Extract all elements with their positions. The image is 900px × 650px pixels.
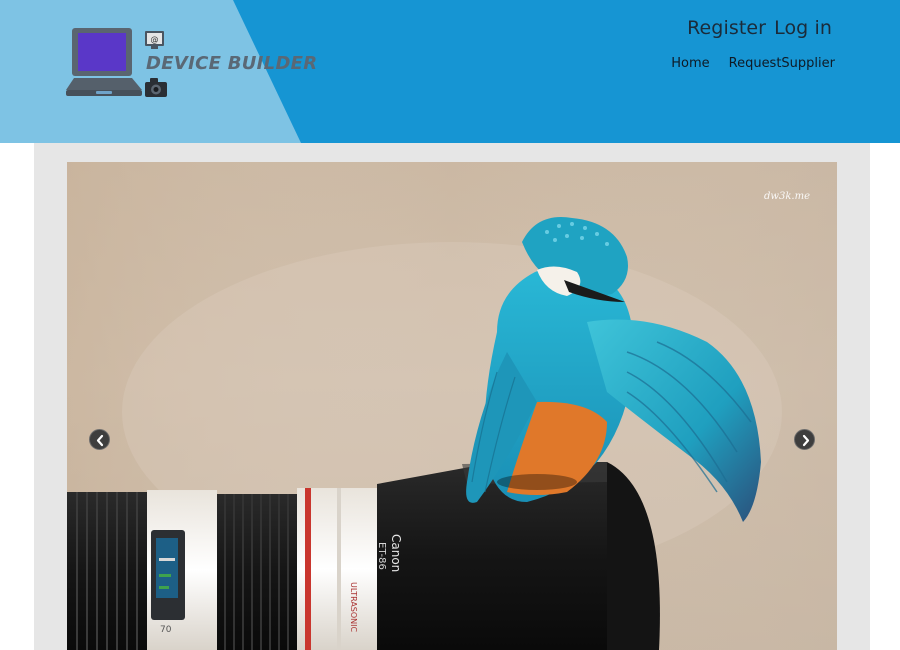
- nav-item-request-supplier[interactable]: RequestSupplier: [729, 56, 835, 71]
- svg-text:ULTRASONIC: ULTRASONIC: [349, 582, 358, 633]
- chevron-right-icon: [802, 434, 810, 447]
- svg-text:@: @: [151, 35, 159, 44]
- svg-text:Canon: Canon: [389, 534, 403, 572]
- site-logo[interactable]: @ DEVICE BUILDER: [66, 26, 318, 106]
- svg-text:ET-86: ET-86: [376, 542, 387, 570]
- carousel-next-button[interactable]: [794, 429, 815, 450]
- register-link[interactable]: Register: [687, 17, 766, 39]
- chevron-left-icon: [96, 434, 104, 447]
- nav-item-home[interactable]: Home: [671, 56, 709, 71]
- brand-name: DEVICE BUILDER: [146, 53, 318, 74]
- site-header: @ DEVICE BUILDER Register Log in Home Re…: [0, 0, 900, 143]
- login-link[interactable]: Log in: [774, 17, 832, 39]
- image-carousel[interactable]: 70 ULTRASONIC Canon ET-86 dw3k.me: [67, 162, 837, 650]
- main-content: 70 ULTRASONIC Canon ET-86 dw3k.me: [34, 143, 870, 650]
- main-nav: Home RequestSupplier: [671, 56, 835, 71]
- carousel-prev-button[interactable]: [89, 429, 110, 450]
- watermark-text: dw3k.me: [764, 191, 810, 202]
- kingfisher-on-camera-lens-photo: 70 ULTRASONIC Canon ET-86: [67, 162, 837, 650]
- svg-text:70: 70: [160, 625, 172, 635]
- auth-links: Register Log in: [687, 17, 832, 39]
